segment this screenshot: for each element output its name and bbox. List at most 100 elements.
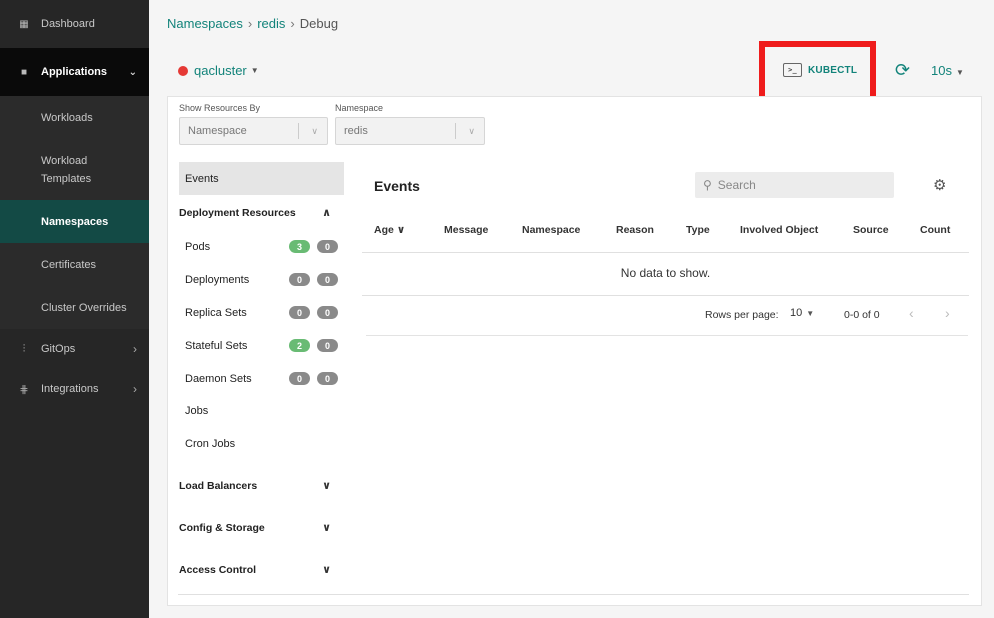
group-label: Config & Storage — [179, 521, 265, 534]
cluster-status-dot — [178, 65, 188, 76]
nav-workloads[interactable]: Workloads — [0, 96, 149, 139]
resource-deployments[interactable]: Deployments 00 — [185, 273, 338, 286]
group-label: Access Control — [179, 563, 257, 576]
resource-daemon-sets[interactable]: Daemon Sets 00 — [185, 372, 338, 385]
resource-events[interactable]: Events — [179, 162, 344, 195]
nav-dashboard-label: Dashboard — [41, 18, 95, 30]
column-header-source[interactable]: Source — [853, 224, 889, 236]
search-input[interactable]: ⚲ Search — [695, 172, 894, 198]
resource-label: Cron Jobs — [185, 438, 236, 450]
refresh-icon[interactable]: ⟳ — [895, 60, 910, 81]
resource-pods[interactable]: Pods 30 — [185, 240, 338, 253]
group-load-balancers[interactable]: Load Balancers ∨ — [179, 479, 331, 493]
count-badge: 0 — [289, 306, 310, 319]
resource-cron-jobs[interactable]: Cron Jobs — [185, 438, 338, 450]
group-label: Deployment Resources — [179, 206, 296, 219]
namespace-label: Namespace — [335, 103, 384, 113]
group-deployment-resources[interactable]: Deployment Resources ∧ — [179, 206, 331, 220]
column-header-count[interactable]: Count — [920, 224, 950, 236]
divider — [178, 594, 969, 595]
nav-namespaces[interactable]: Namespaces — [0, 200, 149, 243]
resource-stateful-sets[interactable]: Stateful Sets 20 — [185, 339, 338, 352]
refresh-interval-value: 10s — [931, 63, 952, 78]
nav-workload-templates-label: Workload Templates — [41, 154, 92, 185]
group-config-storage[interactable]: Config & Storage ∨ — [179, 521, 331, 535]
nav-dashboard[interactable]: ▦ Dashboard — [0, 0, 149, 48]
empty-state: No data to show. — [620, 266, 711, 280]
terminal-icon: >_ — [783, 63, 802, 77]
sidebar: ▦ Dashboard ■ Applications ⌄ Workloads W… — [0, 0, 149, 618]
nav-cluster-overrides[interactable]: Cluster Overrides — [0, 286, 149, 329]
nav-applications-label: Applications — [41, 66, 108, 78]
count-badge: 0 — [317, 306, 338, 319]
chevron-down-icon: ∨ — [322, 480, 331, 492]
breadcrumb-separator: › — [290, 16, 295, 31]
column-header-reason[interactable]: Reason — [616, 224, 654, 236]
namespace-select[interactable]: redis ∨ — [335, 117, 485, 145]
column-header-type[interactable]: Type — [686, 224, 710, 236]
kubectl-label: KUBECTL — [808, 64, 858, 76]
pagination-range: 0-0 of 0 — [844, 309, 880, 321]
chevron-right-icon: › — [133, 382, 137, 396]
chevron-down-icon: ⌄ — [128, 66, 137, 78]
namespace-value: redis — [344, 125, 368, 137]
count-badge: 0 — [317, 372, 338, 385]
dashboard-icon: ▦ — [19, 18, 29, 30]
breadcrumb-namespaces[interactable]: Namespaces — [167, 16, 243, 31]
caret-down-icon: ▼ — [250, 66, 259, 75]
resource-jobs[interactable]: Jobs — [185, 405, 338, 417]
count-badge: 3 — [289, 240, 310, 253]
nav-integrations-label: Integrations — [41, 383, 99, 395]
column-header-involved-object[interactable]: Involved Object — [740, 224, 818, 236]
nav-cluster-overrides-label: Cluster Overrides — [41, 301, 127, 314]
nav-gitops-label: GitOps — [41, 343, 76, 355]
nav-certificates-label: Certificates — [41, 258, 97, 271]
group-access-control[interactable]: Access Control ∨ — [179, 563, 331, 577]
column-header-namespace[interactable]: Namespace — [522, 224, 580, 236]
chevron-right-icon: › — [133, 342, 137, 356]
rows-per-page-select[interactable]: 10 ▼ — [790, 307, 814, 319]
nav-applications[interactable]: ■ Applications ⌄ — [0, 48, 149, 96]
gear-icon[interactable]: ⚙ — [933, 176, 946, 194]
kubectl-button[interactable]: >_ KUBECTL — [783, 63, 857, 77]
nav-certificates[interactable]: Certificates — [0, 243, 149, 286]
resource-replica-sets[interactable]: Replica Sets 00 — [185, 306, 338, 319]
column-header-age[interactable]: Age ∨ — [374, 224, 405, 236]
count-badge: 0 — [289, 372, 310, 385]
resource-events-label: Events — [185, 172, 219, 185]
breadcrumb-current: Debug — [299, 16, 339, 31]
select-divider — [455, 123, 456, 139]
events-title: Events — [374, 178, 420, 194]
gitops-icon: ⫶ — [22, 342, 26, 355]
breadcrumb-namespace-name[interactable]: redis — [257, 16, 285, 31]
count-badge: 0 — [317, 240, 338, 253]
rows-per-page-value: 10 — [790, 307, 803, 319]
refresh-interval-selector[interactable]: 10s ▼ — [931, 63, 964, 78]
caret-down-icon: ▼ — [955, 68, 964, 77]
nav-workloads-label: Workloads — [41, 111, 93, 124]
group-label: Load Balancers — [179, 479, 258, 492]
nav-integrations[interactable]: ⋕ Integrations › — [0, 369, 149, 409]
show-by-label: Show Resources By — [179, 103, 261, 113]
count-badge: 0 — [317, 273, 338, 286]
nav-gitops[interactable]: ⫶ GitOps › — [0, 329, 149, 369]
count-badge: 0 — [317, 339, 338, 352]
select-divider — [298, 123, 299, 139]
integrations-icon: ⋕ — [19, 383, 29, 396]
resource-label: Replica Sets — [185, 306, 247, 319]
resource-label: Jobs — [185, 405, 209, 417]
show-resources-by-select[interactable]: Namespace ∨ — [179, 117, 328, 145]
cluster-selector[interactable]: qacluster ▼ — [178, 63, 259, 78]
nav-workload-templates[interactable]: Workload Templates — [0, 139, 149, 200]
cluster-name: qacluster — [194, 63, 247, 78]
column-label: Age — [374, 224, 394, 236]
chevron-right-icon[interactable]: › — [945, 305, 950, 321]
chevron-up-icon: ∧ — [322, 207, 331, 219]
search-placeholder: Search — [717, 178, 756, 192]
column-header-message[interactable]: Message — [444, 224, 488, 236]
breadcrumb-separator: › — [247, 16, 253, 31]
chevron-down-icon: ∨ — [322, 564, 331, 576]
search-icon: ⚲ — [703, 178, 712, 192]
count-badge: 2 — [289, 339, 310, 352]
chevron-left-icon[interactable]: ‹ — [909, 305, 914, 321]
